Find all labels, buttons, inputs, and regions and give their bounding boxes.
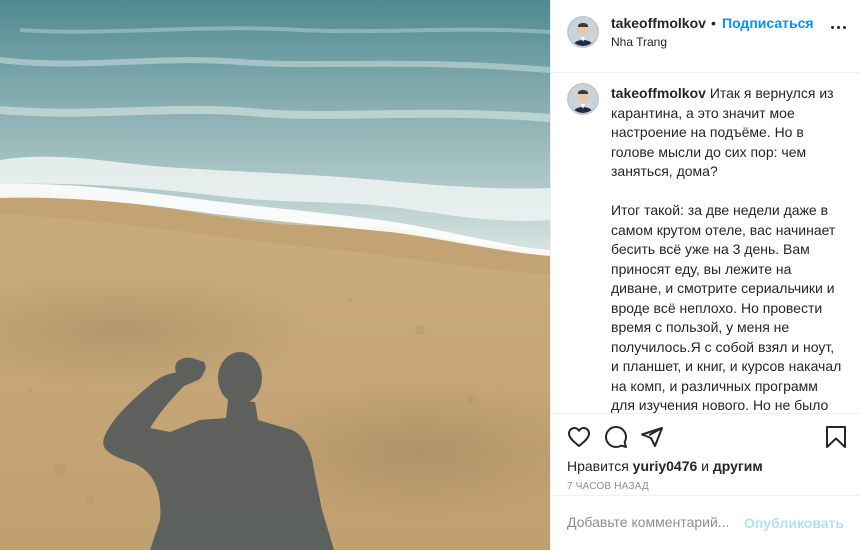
post-details-panel: takeoffmolkov • Подписаться Nha Trang ta…: [550, 0, 860, 550]
caption-username-link[interactable]: takeoffmolkov: [611, 85, 706, 101]
avatar[interactable]: [567, 83, 599, 115]
comment-bar: Опубликовать: [551, 495, 860, 551]
comment-icon[interactable]: [604, 425, 628, 454]
separator-dot: •: [711, 15, 716, 31]
liker-username-link[interactable]: yuriy0476: [633, 458, 698, 474]
follow-button[interactable]: Подписаться: [722, 15, 814, 31]
post-header: takeoffmolkov • Подписаться Nha Trang: [551, 0, 860, 73]
comment-input[interactable]: [567, 514, 747, 530]
likes-summary: Нравится yuriy0476 и другим: [567, 458, 763, 474]
share-icon[interactable]: [640, 425, 664, 454]
post-photo[interactable]: [0, 0, 550, 550]
username-link[interactable]: takeoffmolkov: [611, 15, 706, 31]
caption-scroll-area[interactable]: takeoffmolkov Итак я вернулся из каранти…: [551, 73, 860, 413]
likes-prefix: Нравится: [567, 458, 629, 474]
avatar[interactable]: [567, 16, 599, 48]
bookmark-icon[interactable]: [825, 425, 847, 454]
beach-shadow-image: [0, 0, 550, 550]
likes-conjunction: и: [701, 458, 709, 474]
likes-others-link[interactable]: другим: [713, 458, 763, 474]
post-caption: takeoffmolkov Итак я вернулся из каранти…: [611, 84, 845, 413]
more-options-icon[interactable]: [831, 26, 846, 29]
heart-icon[interactable]: [567, 425, 591, 454]
location-link[interactable]: Nha Trang: [611, 35, 667, 49]
post-timestamp[interactable]: 7 ЧАСОВ НАЗАД: [567, 481, 649, 492]
caption-text: Итак я вернулся из карантина, а это знач…: [611, 85, 842, 413]
publish-button[interactable]: Опубликовать: [744, 515, 844, 531]
